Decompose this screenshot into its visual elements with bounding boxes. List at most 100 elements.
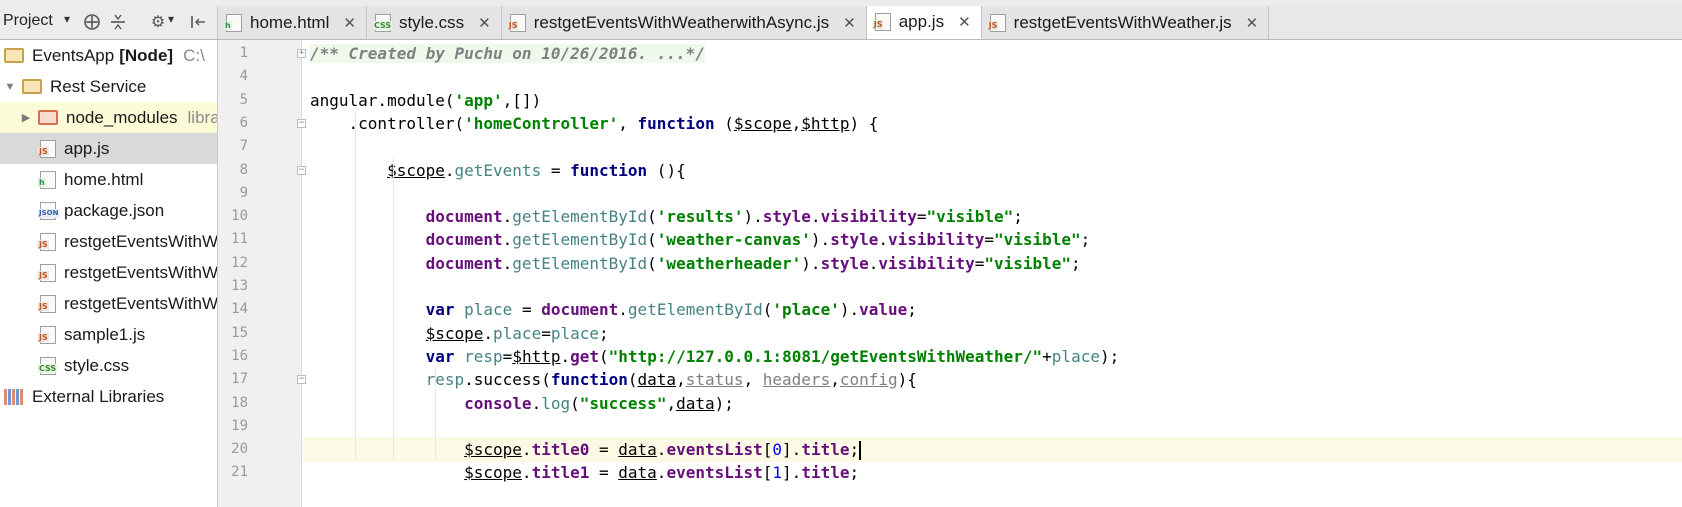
code-token: (	[647, 230, 657, 250]
code-token: angular.module(	[310, 90, 455, 110]
gear-icon[interactable]: ⚙	[148, 12, 168, 32]
tab-app-js[interactable]: JS app.js ✕	[866, 6, 982, 39]
tree-item-label: node_modules	[66, 107, 178, 127]
code-token: ,	[791, 113, 802, 133]
code-token: document	[425, 230, 503, 250]
code-token: place	[550, 323, 600, 343]
code-line[interactable]: $scope.title0 = data.eventsList[0].title…	[303, 437, 1682, 463]
code-line[interactable]	[303, 181, 1682, 206]
code-token: .	[868, 253, 879, 273]
code-token: $http	[512, 346, 561, 366]
code-token: .	[502, 207, 513, 227]
tree-item[interactable]: JS restgetEventsWithWeather.js	[0, 226, 217, 257]
close-icon[interactable]: ✕	[958, 13, 971, 31]
code-line[interactable]	[303, 64, 1682, 89]
code-token: (	[714, 113, 734, 133]
tree-item[interactable]: ▼ Rest Service	[0, 71, 217, 102]
tree-item[interactable]: CSS style.css	[0, 350, 217, 381]
code-token: getElementById	[512, 253, 648, 273]
code-line[interactable]: /** Created by Puchu on 10/26/2016. ...*…	[303, 41, 1682, 66]
expanded-arrow-icon[interactable]: ▼	[4, 81, 16, 93]
line-number: 7	[239, 138, 248, 155]
code-editor[interactable]: 1 +4 5 6−7 8−9 10 11 12 13 14 15 16 17−18 19 20 21 /** …	[218, 40, 1682, 507]
code-line[interactable]: document.getElementById('weatherheader')…	[303, 251, 1682, 276]
tree-item-label: restgetEventsWithWeatherAsync.js	[64, 293, 218, 313]
js-file-icon: JS	[872, 13, 891, 31]
js-file-icon: JS	[38, 263, 56, 282]
js-file-icon: JS	[987, 13, 1006, 32]
line-number: 1	[239, 45, 248, 61]
tree-item[interactable]: JS restgetEventsWithWeatherwithAsync.js	[0, 257, 217, 288]
code-token: 'weather-canvas'	[656, 230, 811, 250]
module-type-label: [Node]	[119, 45, 174, 65]
code-token: title0	[531, 440, 590, 460]
tree-item[interactable]: JS restgetEventsWithWeatherAsync.js	[0, 288, 218, 319]
tree-item[interactable]: JSON package.json	[0, 195, 217, 226]
tree-item[interactable]: External Libraries	[0, 381, 217, 412]
code-line[interactable]	[303, 134, 1682, 159]
tree-item-label: sample1.js	[64, 324, 146, 344]
code-line[interactable]: document.getElementById('weather-canvas'…	[303, 227, 1682, 252]
code-line[interactable]: var resp=$http.get("http://127.0.0.1:808…	[303, 344, 1682, 369]
code-line[interactable]: $scope.title1 = data.eventsList[1].title…	[303, 460, 1682, 485]
code-token: data	[676, 393, 715, 413]
code-line[interactable]: var place = document.getElementById('pla…	[303, 297, 1682, 322]
chevron-down-icon[interactable]: ▾	[168, 12, 174, 26]
code-line[interactable]: angular.module('app',[])	[303, 88, 1682, 113]
code-token: .	[502, 230, 513, 250]
code-line[interactable]: $scope.place=place;	[303, 321, 1682, 346]
code-token: .	[810, 207, 821, 227]
collapse-icon[interactable]	[108, 12, 128, 32]
code-token: getElementById	[512, 207, 648, 227]
excluded-folder-icon	[38, 110, 58, 125]
line-number: 6	[239, 114, 248, 131]
code-token: ;	[849, 463, 860, 483]
js-file-icon: JS	[38, 232, 56, 251]
code-token: .	[618, 300, 628, 320]
code-token: .	[531, 393, 542, 413]
code-token: $http	[801, 113, 850, 133]
line-number-gutter[interactable]: 1 +4 5 6−7 8−9 10 11 12 13 14 15 16 17−18 19 20 21	[218, 40, 306, 507]
code-line[interactable]	[303, 274, 1682, 299]
code-token: 'results'	[656, 207, 744, 227]
code-line[interactable]: document.getElementById('results').style…	[303, 204, 1682, 229]
code-line[interactable]: resp.success(function(data,status, heade…	[303, 367, 1682, 392]
tree-item[interactable]: ▶ node_modules library root	[0, 102, 217, 133]
code-token: ;	[599, 323, 609, 343]
tab-restgeteventswithweather-js[interactable]: JS restgetEventsWithWeather.js ✕	[981, 6, 1270, 39]
code-token: =	[512, 300, 542, 320]
tab-home-html[interactable]: h home.html ✕	[218, 6, 367, 39]
chevron-down-icon[interactable]: ▾	[64, 12, 70, 26]
code-line[interactable]: console.log("success",data);	[303, 391, 1682, 416]
line-number: 17	[231, 371, 248, 388]
code-area[interactable]: /** Created by Puchu on 10/26/2016. ...*…	[303, 40, 1682, 507]
code-token: .controller(	[310, 113, 465, 133]
code-token: resp	[425, 370, 465, 390]
tree-item[interactable]: EventsApp [Node] C:\	[0, 40, 217, 71]
close-icon[interactable]: ✕	[843, 14, 856, 32]
tab-style-css[interactable]: CSS style.css ✕	[366, 6, 502, 39]
code-token: getElementById	[627, 300, 763, 320]
close-icon[interactable]: ✕	[1246, 14, 1259, 32]
tree-item[interactable]: JS sample1.js	[0, 319, 217, 350]
target-icon[interactable]	[82, 12, 102, 32]
tree-item[interactable]: h home.html	[0, 164, 217, 195]
hide-icon[interactable]	[188, 12, 208, 32]
code-token: ,	[618, 113, 638, 133]
code-line[interactable]: .controller('homeController', function (…	[303, 111, 1682, 136]
code-token: (){	[647, 160, 686, 180]
code-token: (	[599, 346, 609, 366]
tab-label: app.js	[898, 12, 945, 31]
tree-item[interactable]: JS app.js	[0, 133, 217, 164]
close-icon[interactable]: ✕	[343, 14, 356, 32]
code-token: ){	[897, 370, 917, 390]
close-icon[interactable]: ✕	[478, 14, 491, 32]
code-token: value	[859, 300, 908, 320]
code-line[interactable]: $scope.getEvents = function (){	[303, 158, 1682, 183]
collapsed-arrow-icon[interactable]: ▶	[20, 111, 32, 124]
tab-restgeteventswithweatherwithasync-js[interactable]: JS restgetEventsWithWeatherwithAsync.js ✕	[501, 6, 867, 39]
project-panel-title[interactable]: Project	[3, 12, 53, 30]
code-token: 'homeController'	[464, 113, 619, 133]
code-line[interactable]	[303, 414, 1682, 439]
